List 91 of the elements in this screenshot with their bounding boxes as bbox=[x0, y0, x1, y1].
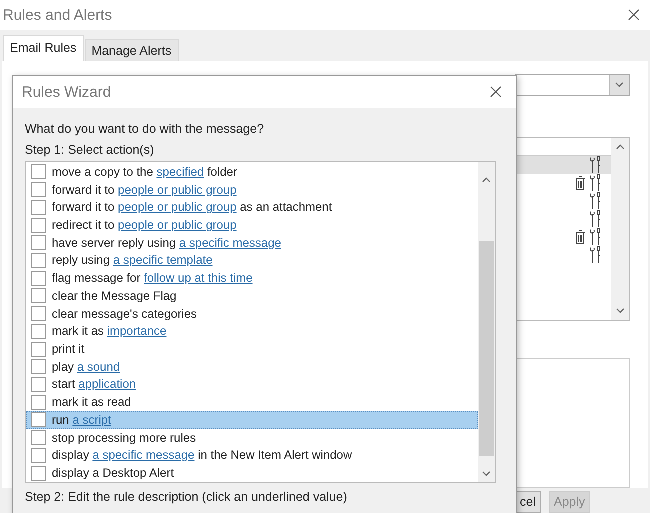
action-label: mark it as read bbox=[52, 395, 132, 410]
checkbox[interactable] bbox=[31, 182, 46, 198]
dialog-title: Rules Wizard bbox=[22, 84, 112, 100]
window-title: Rules and Alerts bbox=[3, 6, 112, 24]
checkbox[interactable] bbox=[31, 430, 46, 446]
scroll-down-icon[interactable] bbox=[482, 471, 491, 477]
action-row[interactable]: clear message's categories bbox=[26, 304, 478, 322]
action-label: run a script bbox=[52, 412, 112, 427]
checkbox[interactable] bbox=[31, 394, 46, 410]
action-label: forward it to people or public group as an attachment bbox=[52, 200, 332, 214]
value-link[interactable]: people or public group bbox=[118, 182, 237, 197]
close-icon[interactable] bbox=[490, 86, 502, 98]
scrollbar-thumb[interactable] bbox=[479, 241, 494, 456]
tab[interactable]: Email Rules bbox=[3, 35, 84, 61]
value-link[interactable]: people or public group bbox=[118, 218, 237, 232]
value-link[interactable]: application bbox=[78, 377, 136, 392]
trash-icon[interactable] bbox=[575, 176, 586, 190]
scroll-up-icon[interactable] bbox=[482, 177, 491, 183]
checkbox[interactable] bbox=[31, 218, 46, 233]
checkbox[interactable] bbox=[31, 342, 46, 357]
wrench-icon[interactable] bbox=[589, 210, 603, 228]
checkbox[interactable] bbox=[31, 200, 46, 215]
action-label: mark it as importance bbox=[52, 324, 167, 338]
chevron-down-icon[interactable] bbox=[615, 82, 624, 88]
action-label: stop processing more rules bbox=[52, 430, 196, 445]
action-label: play a sound bbox=[52, 360, 120, 374]
action-row[interactable]: print it bbox=[26, 340, 478, 358]
wrench-icon[interactable] bbox=[589, 156, 603, 174]
action-label: move a copy to the specified folder bbox=[52, 164, 238, 179]
value-link[interactable]: a specific message bbox=[92, 448, 195, 462]
checkbox[interactable] bbox=[31, 412, 46, 428]
wrench-icon[interactable] bbox=[589, 192, 603, 210]
action-label: forward it to people or public group bbox=[52, 182, 237, 197]
checkbox[interactable] bbox=[31, 466, 46, 481]
action-label: display a specific message in the New Item Alert window bbox=[52, 448, 352, 462]
action-row[interactable]: clear the Message Flag bbox=[26, 287, 478, 305]
action-row[interactable]: run a script bbox=[26, 411, 478, 429]
value-link[interactable]: follow up at this time bbox=[144, 271, 253, 286]
dialog-button[interactable]: cel bbox=[515, 491, 541, 513]
value-link[interactable]: a specific template bbox=[113, 253, 213, 268]
action-row[interactable]: redirect it to people or public group bbox=[26, 216, 478, 234]
action-label: start application bbox=[52, 377, 136, 392]
action-label: clear the Message Flag bbox=[52, 288, 177, 303]
checkbox[interactable] bbox=[31, 359, 46, 374]
action-label: clear message's categories bbox=[52, 306, 198, 321]
checkbox[interactable] bbox=[31, 235, 46, 250]
action-row[interactable]: forward it to people or public group as an attachment bbox=[26, 198, 478, 216]
rule-row[interactable] bbox=[516, 156, 611, 174]
value-link[interactable]: a sound bbox=[77, 360, 120, 374]
checkbox[interactable] bbox=[31, 288, 46, 304]
checkbox[interactable] bbox=[31, 252, 46, 268]
action-row[interactable]: mark it as importance bbox=[26, 322, 478, 340]
action-row[interactable]: flag message for follow up at this time bbox=[26, 269, 478, 288]
action-row[interactable]: mark it as read bbox=[26, 393, 478, 412]
step-label: Step 1: Select action(s) bbox=[25, 143, 156, 157]
action-row[interactable]: display a Desktop Alert bbox=[26, 464, 478, 482]
action-row[interactable]: move a copy to the specified folder bbox=[26, 163, 478, 181]
action-label: have server reply using a specific message bbox=[52, 236, 282, 250]
checkbox[interactable] bbox=[31, 270, 46, 286]
value-link[interactable]: specified bbox=[156, 164, 204, 179]
action-row[interactable]: reply using a specific template bbox=[26, 252, 478, 270]
wrench-icon[interactable] bbox=[589, 246, 603, 264]
step-label: Step 2: Edit the rule description (click an underlined value) bbox=[25, 490, 348, 504]
wrench-icon[interactable] bbox=[589, 228, 603, 246]
wrench-icon[interactable] bbox=[589, 174, 603, 192]
checkbox[interactable] bbox=[31, 164, 46, 180]
action-label: flag message for follow up at this time bbox=[52, 271, 253, 286]
action-row[interactable]: play a sound bbox=[26, 358, 478, 376]
action-row[interactable]: start application bbox=[26, 376, 478, 394]
scroll-down-icon[interactable] bbox=[616, 308, 624, 314]
action-label: redirect it to people or public group bbox=[52, 218, 237, 232]
question-text: What do you want to do with the message? bbox=[25, 122, 266, 136]
action-row[interactable]: forward it to people or public group bbox=[26, 180, 478, 198]
value-link[interactable]: people or public group bbox=[118, 200, 237, 214]
close-icon[interactable] bbox=[628, 9, 640, 22]
action-label: reply using a specific template bbox=[52, 253, 213, 268]
dropdown-field[interactable] bbox=[515, 74, 630, 96]
action-row[interactable]: stop processing more rules bbox=[26, 428, 478, 446]
checkbox[interactable] bbox=[31, 448, 46, 463]
trash-icon[interactable] bbox=[575, 230, 586, 244]
action-row[interactable]: have server reply using a specific message bbox=[26, 234, 478, 252]
value-link[interactable]: importance bbox=[107, 324, 167, 338]
scroll-up-icon[interactable] bbox=[616, 144, 624, 150]
checkbox[interactable] bbox=[31, 376, 46, 392]
checkbox[interactable] bbox=[31, 306, 46, 322]
action-label: print it bbox=[52, 342, 85, 356]
value-link[interactable]: a specific message bbox=[179, 236, 282, 250]
action-row[interactable]: display a specific message in the New Item Alert window bbox=[26, 446, 478, 464]
checkbox[interactable] bbox=[31, 324, 46, 339]
tab[interactable]: Manage Alerts bbox=[84, 39, 179, 61]
action-label: display a Desktop Alert bbox=[52, 466, 174, 480]
